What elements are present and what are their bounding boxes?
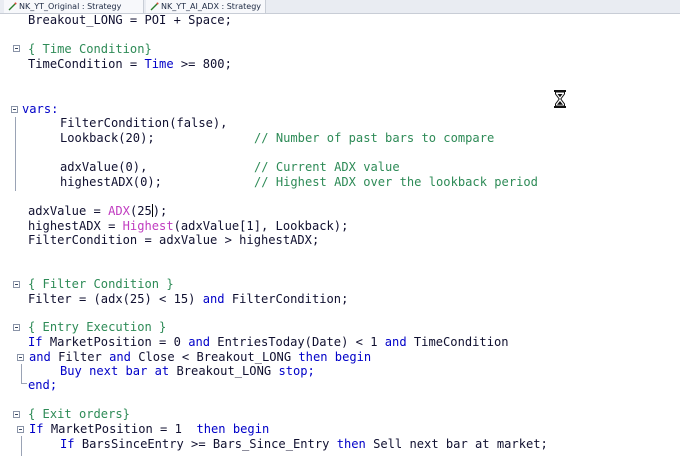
code-keyword: If <box>29 422 44 436</box>
fold-toggle-icon[interactable] <box>13 281 20 288</box>
code-text: TimeCondition = <box>28 57 145 71</box>
code-comment: { Filter Condition } <box>28 277 174 291</box>
fold-toggle-icon[interactable] <box>13 45 20 52</box>
tab-bar: NK_YT_Original : Strategy NK_YT_AI_ADX :… <box>0 0 680 14</box>
code-function: Highest <box>122 219 174 233</box>
code-text: EntriesToday(Date) < 1 <box>210 335 385 349</box>
code-keyword: Time <box>144 57 174 71</box>
code-text: Breakout_LONG <box>169 364 279 378</box>
code-text: highestADX(0); <box>60 175 162 189</box>
code-line: If BarsSinceEntry >= Bars_Since_Entry th… <box>60 437 548 452</box>
code-line: { Time Condition} <box>28 42 152 57</box>
code-keyword: and <box>202 292 225 306</box>
strategy-tab-icon <box>8 2 17 11</box>
code-line: Buy next bar at Breakout_LONG stop; <box>60 364 315 379</box>
fold-toggle-icon[interactable] <box>13 324 20 331</box>
hourglass-icon <box>554 90 566 108</box>
code-text: Close < Breakout_LONG <box>130 350 299 364</box>
code-keyword: then begin <box>298 350 372 364</box>
code-comment: { Time Condition} <box>28 42 152 56</box>
code-line: // Current ADX value <box>254 160 400 175</box>
code-text: (adxValue[1], Lookback); <box>173 219 349 233</box>
tab-nk-yt-original[interactable]: NK_YT_Original : Strategy <box>4 0 144 13</box>
tab-nk-yt-ai-adx[interactable]: NK_YT_AI_ADX : Strategy <box>146 0 266 13</box>
code-text: TimeCondition <box>406 335 509 349</box>
code-line: and Filter and Close < Breakout_LONG the… <box>29 350 371 365</box>
code-line: { Filter Condition } <box>28 277 174 292</box>
code-keyword: and <box>384 335 407 349</box>
strategy-tab-icon <box>150 2 159 11</box>
code-line: FilterCondition = adxValue > highestADX; <box>28 233 319 248</box>
fold-toggle-icon[interactable] <box>17 426 24 433</box>
code-text: FilterCondition = adxValue > highestADX; <box>28 233 320 247</box>
code-line: TimeCondition = Time >= 800; <box>28 57 232 72</box>
code-line: Breakout_LONG = POI + Space; <box>28 13 232 28</box>
fold-toggle-icon[interactable] <box>11 106 18 113</box>
code-text: Breakout_LONG = POI + Space; <box>28 13 232 27</box>
code-comment: // Current ADX value <box>254 160 400 174</box>
code-text: Lookback(20); <box>60 131 155 145</box>
code-line: // Number of past bars to compare <box>254 131 494 146</box>
fold-guide <box>21 364 22 378</box>
code-editor[interactable]: Breakout_LONG = POI + Space; { Time Cond… <box>0 13 680 456</box>
code-text: Filter = (adx(25) < 15) <box>28 292 203 306</box>
tab-label: NK_YT_AI_ADX : Strategy <box>161 2 262 11</box>
code-comment: { Exit orders} <box>28 407 130 421</box>
code-text: adxValue(0), <box>60 160 148 174</box>
fold-guide <box>21 436 22 456</box>
code-text: BarsSinceEntry >= Bars_Since_Entry <box>74 437 337 451</box>
code-keyword: and <box>29 350 51 364</box>
code-keyword: then begin <box>196 422 270 436</box>
code-keyword: If <box>60 437 75 451</box>
code-keyword: stop; <box>278 364 315 378</box>
code-line: vars: <box>22 102 58 117</box>
code-line: // Highest ADX over the lookback period <box>254 175 538 190</box>
code-comment: // Highest ADX over the lookback period <box>254 175 538 189</box>
code-text: >= 800; <box>173 57 232 71</box>
code-comment: { Entry Execution } <box>28 320 167 334</box>
code-keyword: end; <box>28 378 58 392</box>
code-text: Filter <box>50 350 110 364</box>
code-line: If MarketPosition = 0 and EntriesToday(D… <box>28 335 509 350</box>
code-line: { Exit orders} <box>28 407 130 422</box>
code-line: adxValue = ADX(25); <box>28 204 167 219</box>
code-text: adxValue = <box>28 204 109 218</box>
code-text: MarketPosition = 1 <box>43 422 197 436</box>
code-keyword: Buy next bar at <box>60 364 170 378</box>
code-function: ADX <box>108 204 130 218</box>
code-text: FilterCondition; <box>224 292 349 306</box>
fold-end-guide <box>21 377 27 384</box>
code-line: end; <box>28 378 57 393</box>
code-keyword: and <box>188 335 211 349</box>
tab-label: NK_YT_Original : Strategy <box>19 2 122 11</box>
code-text: highestADX = <box>28 219 123 233</box>
fold-toggle-icon[interactable] <box>17 354 24 361</box>
code-keyword: then <box>336 437 366 451</box>
code-line: adxValue(0), <box>60 160 147 175</box>
code-keyword: and <box>109 350 131 364</box>
code-text: Sell next bar at market; <box>365 437 548 451</box>
code-keyword: vars: <box>22 102 59 116</box>
code-line: highestADX = Highest(adxValue[1], Lookba… <box>28 219 348 234</box>
code-text: MarketPosition = 0 <box>42 335 189 349</box>
code-line: { Entry Execution } <box>28 320 166 335</box>
code-line: If MarketPosition = 1 then begin <box>29 422 269 437</box>
code-line: highestADX(0); <box>60 175 162 190</box>
code-line: Lookback(20); <box>60 131 155 146</box>
code-line: FilterCondition(false), <box>60 116 227 131</box>
fold-toggle-icon[interactable] <box>13 411 20 418</box>
code-text: ); <box>152 204 168 218</box>
code-keyword: If <box>28 335 43 349</box>
code-text: FilterCondition(false), <box>60 116 228 130</box>
fold-guide <box>15 117 16 191</box>
code-text: (25 <box>129 204 152 218</box>
code-line: Filter = (adx(25) < 15) and FilterCondit… <box>28 292 348 307</box>
code-comment: // Number of past bars to compare <box>254 131 495 145</box>
